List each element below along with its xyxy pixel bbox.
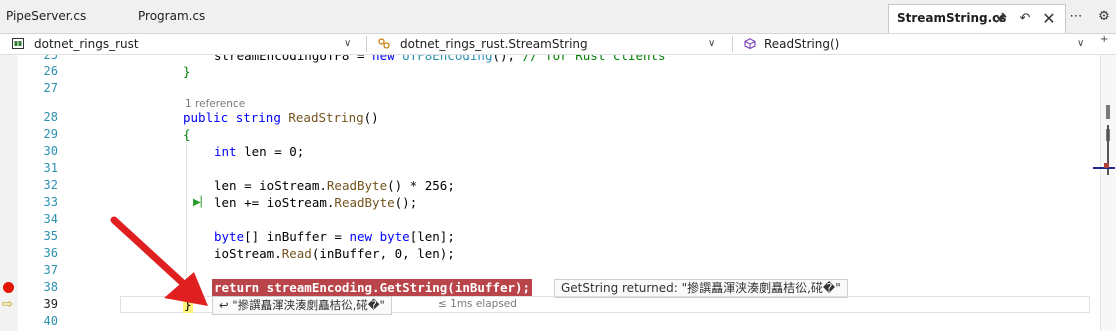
breakpoint-line-highlight: return streamEncoding.GetString(inBuffer…	[212, 279, 533, 296]
project-dropdown[interactable]: dotnet_rings_rust ∨	[12, 34, 362, 54]
line-number: 27	[43, 81, 58, 95]
tab-label: StreamString.cs	[897, 11, 1007, 25]
class-dropdown[interactable]: dotnet_rings_rust.StreamString ∨	[378, 34, 720, 54]
execution-pointer-icon: ⇨	[2, 297, 13, 312]
code-line: 29 {	[0, 126, 1090, 143]
line-number: 28	[43, 110, 58, 124]
line-number: 30	[43, 144, 58, 158]
tab-pipeserver[interactable]: PipeServer.cs	[6, 0, 86, 33]
divider	[732, 36, 733, 52]
line-number: 38	[43, 280, 58, 294]
project-name: dotnet_rings_rust	[34, 37, 139, 51]
code-text: byte[] inBuffer = new byte[len];	[214, 229, 455, 244]
tab-label: PipeServer.cs	[6, 9, 87, 23]
line-number: 32	[43, 178, 58, 192]
class-name: dotnet_rings_rust.StreamString	[400, 37, 588, 51]
line-number: 31	[43, 161, 58, 175]
navigation-bar: dotnet_rings_rust ∨ dotnet_rings_rust.St…	[0, 34, 1116, 55]
member-name: ReadString()	[764, 37, 840, 51]
line-number: 33	[43, 195, 58, 209]
chevron-down-icon: ∨	[1077, 38, 1085, 49]
line-number: 37	[43, 263, 58, 277]
vertical-scrollbar[interactable]	[1093, 55, 1116, 331]
code-line: 33 ▶▏ len += ioStream.ReadByte();	[0, 194, 1090, 211]
class-icon	[378, 38, 390, 49]
line-number: 36	[43, 246, 58, 260]
return-value-text: "摻譔矗渾浃湊剫矗桔彸,硴�"	[232, 298, 385, 312]
chevron-down-icon: ∨	[344, 38, 352, 49]
code-editor[interactable]: 25 streamEncodingUTF8 = new UTF8Encoding…	[0, 55, 1116, 331]
code-line: 31	[0, 160, 1090, 177]
code-line: 27	[0, 80, 1090, 97]
back-arrow-icon[interactable]: ↶	[1015, 5, 1035, 32]
tab-bar: PipeServer.cs Program.cs StreamString.cs…	[0, 0, 1116, 34]
expand-icon[interactable]: +	[1100, 34, 1108, 45]
divider	[366, 36, 367, 52]
scroll-marker	[1106, 105, 1110, 119]
tab-program[interactable]: Program.cs	[138, 0, 205, 33]
pin-icon[interactable]: 🖈	[991, 5, 1011, 32]
member-dropdown[interactable]: ReadString() ∨	[744, 34, 1089, 54]
elapsed-time: ≤ 1ms elapsed	[438, 298, 517, 310]
return-arrow-icon: ↩	[219, 298, 229, 312]
breakpoint-icon[interactable]	[3, 282, 14, 293]
code-text: len += ioStream.ReadByte();	[214, 195, 418, 210]
code-line: 30 int len = 0;	[0, 143, 1090, 160]
code-line: 32 len = ioStream.ReadByte() * 256;	[0, 177, 1090, 194]
line-number: 40	[43, 314, 58, 328]
close-icon[interactable]: ✕	[1039, 5, 1059, 32]
chevron-down-icon: ∨	[708, 38, 716, 49]
settings-icon[interactable]: ⚙	[1094, 8, 1114, 25]
line-number: 26	[43, 64, 58, 78]
more-icon[interactable]: ⋯	[1066, 8, 1086, 25]
code-text: public string ReadString()	[183, 110, 379, 125]
line-number: 29	[43, 127, 58, 141]
code-text: }	[183, 64, 191, 79]
code-text: ioStream.Read(inBuffer, 0, len);	[214, 246, 455, 261]
tab-streamstring[interactable]: StreamString.cs 🖈 ↶ ✕	[888, 4, 1066, 33]
method-icon	[744, 38, 756, 49]
code-line: 26 }	[0, 63, 1090, 80]
csharp-project-icon	[12, 38, 24, 49]
tab-label: Program.cs	[138, 9, 206, 23]
breakpoint-marker	[1104, 163, 1109, 168]
line-number: 35	[43, 229, 58, 243]
code-text: {	[183, 127, 191, 142]
run-to-cursor-icon[interactable]: ▶▏	[193, 194, 208, 211]
code-text: len = ioStream.ReadByte() * 256;	[214, 178, 455, 193]
code-line: 40	[0, 313, 1090, 330]
line-number: 39	[43, 297, 58, 311]
line-number: 34	[43, 212, 58, 226]
code-line: 28 public string ReadString()	[0, 109, 1090, 126]
code-text: int len = 0;	[214, 144, 305, 159]
annotation-arrow-icon	[110, 216, 208, 306]
